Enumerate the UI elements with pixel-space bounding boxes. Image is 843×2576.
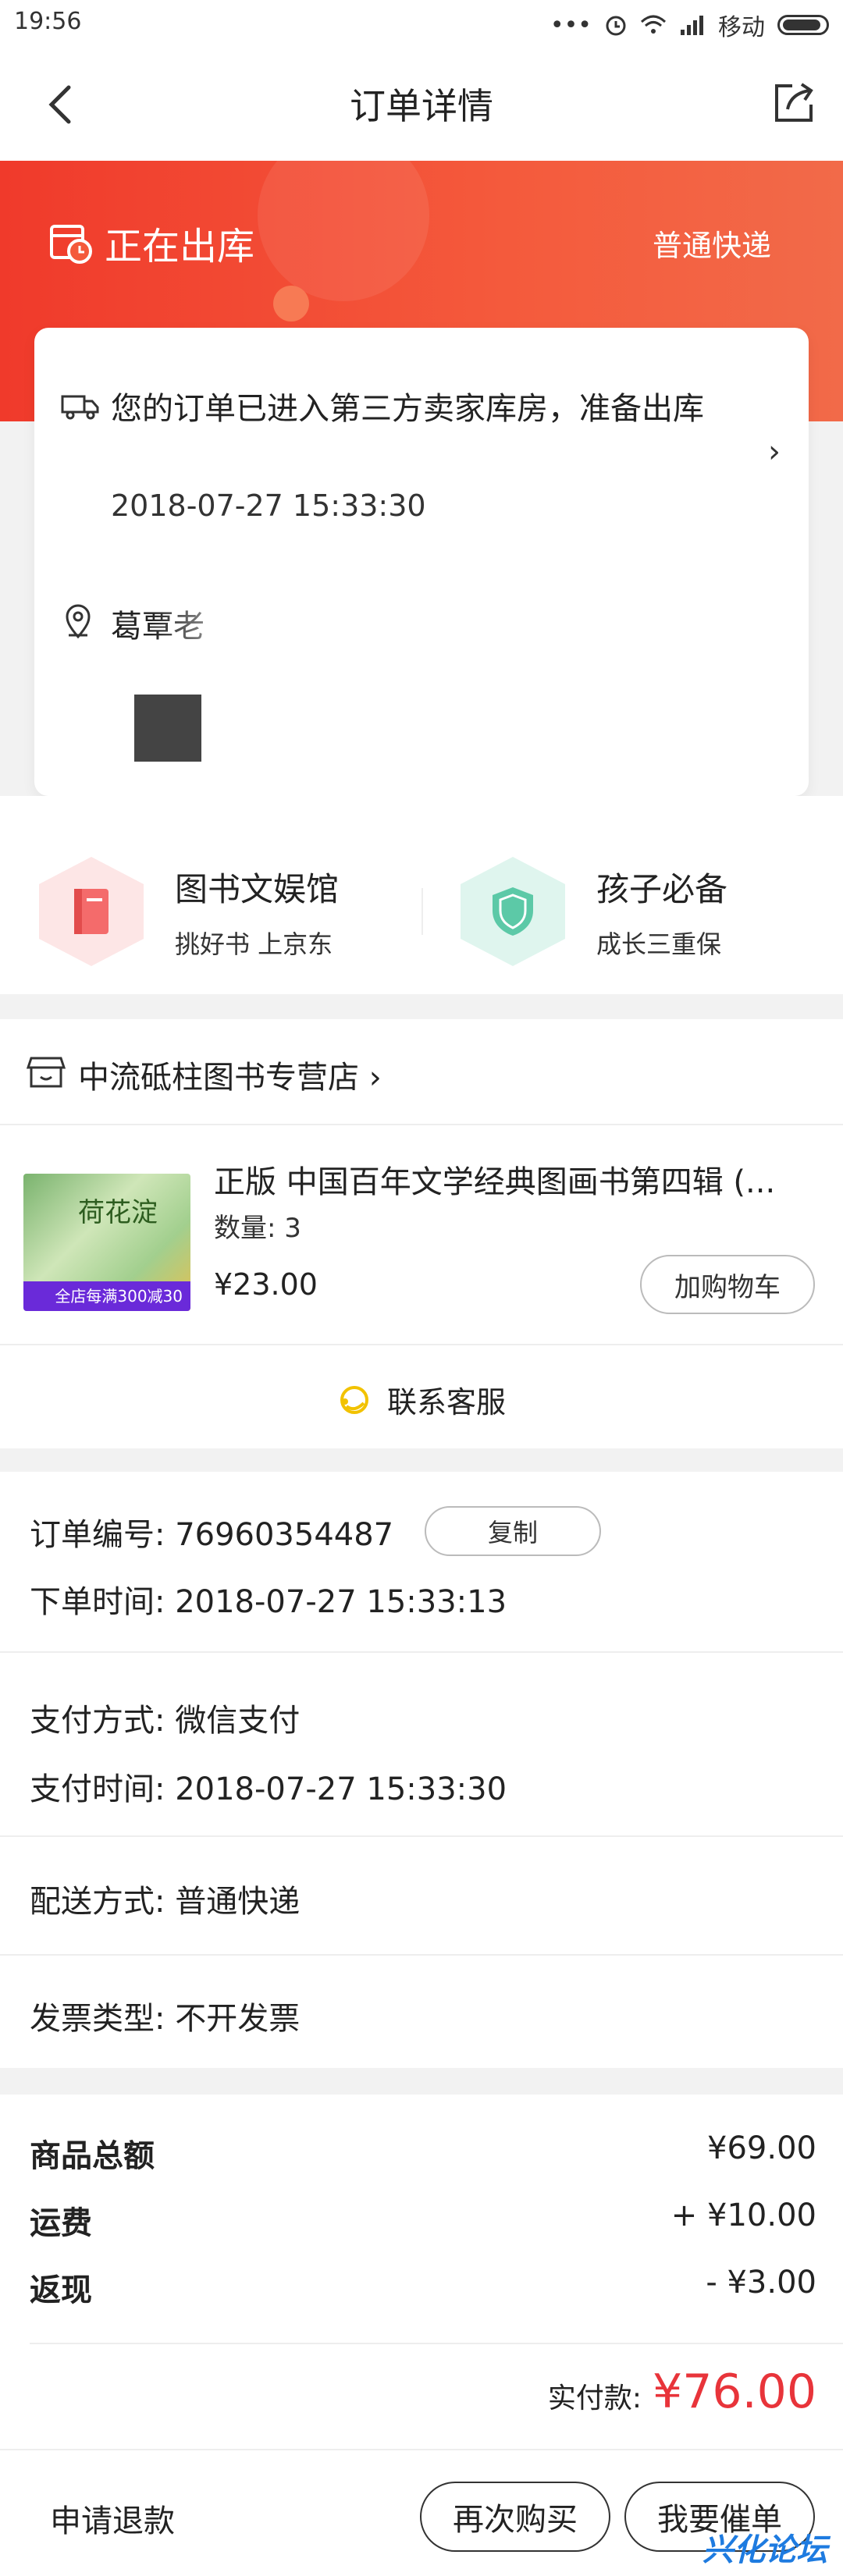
divider [0, 1651, 843, 1653]
order-info: 订单编号: 76960354487 复制 下单时间: 2018-07-27 15… [0, 1472, 843, 2068]
order-status: 正在出库 [48, 215, 254, 270]
bottom-action-bar: 申请退款 再次购买 我要催单 兴化论坛 [0, 2449, 843, 2576]
cashback-label: 返现 [30, 2272, 92, 2308]
payment-method: 支付方式: 微信支付 [30, 1703, 301, 1739]
watermark-logo: 兴化论坛 [702, 2532, 827, 2568]
page-title: 订单详情 [350, 85, 493, 127]
location-pin-icon [66, 604, 91, 639]
book-icon [74, 889, 108, 934]
address-redaction [151, 592, 760, 763]
decor-circle [258, 130, 429, 301]
chevron-right-icon: › [768, 434, 781, 470]
share-icon[interactable] [769, 78, 819, 128]
alarm-icon [606, 16, 626, 36]
logistics-time: 2018-07-27 15:33:30 [111, 489, 426, 523]
order-number: 订单编号: 76960354487 [30, 1517, 394, 1553]
subtotal-value: ¥69.00 [707, 2130, 816, 2166]
shield-icon [493, 887, 533, 936]
paid-amount: 实付款: ¥76.00 [548, 2365, 816, 2419]
truck-icon [61, 395, 99, 420]
nav-bar: 订单详情 [0, 50, 843, 161]
paid-label: 实付款: [547, 2382, 642, 2414]
product-title: 正版 中国百年文学经典图画书第四辑 (... [214, 1164, 776, 1200]
copy-button[interactable]: 复制 [425, 1506, 601, 1556]
promo-books-subtitle: 挑好书 上京东 [175, 929, 333, 959]
promo-kids[interactable]: 孩子必备 成长三重保 [461, 857, 727, 966]
divider [0, 1954, 843, 1956]
order-status-label: 正在出库 [105, 225, 255, 268]
redaction-block [134, 695, 201, 762]
price-summary: 商品总额 ¥69.00 运费 + ¥10.00 返现 - ¥3.00 实付款: … [0, 2095, 843, 2449]
more-dots-icon: ••• [550, 11, 592, 39]
contact-service[interactable]: 联系客服 [0, 1378, 843, 1421]
promo-row: 图书文娱馆 挑好书 上京东 孩子必备 成长三重保 [0, 796, 843, 994]
wifi-icon [640, 15, 667, 34]
product-image[interactable]: 荷花淀 全店每满300减30 [23, 1174, 190, 1311]
shipping-label: 运费 [30, 2205, 92, 2241]
status-bar: 19:56 ••• 移动 [0, 0, 843, 50]
signal-icon [681, 16, 703, 35]
delivery-type: 普通快递 [652, 229, 771, 263]
logistics-message: 您的订单已进入第三方卖家库房，准备出库 [111, 391, 704, 427]
promo-books[interactable]: 图书文娱馆 挑好书 上京东 [39, 857, 339, 966]
store-header[interactable]: 中流砥柱图书专营店 › [0, 1019, 843, 1125]
product-item[interactable]: 荷花淀 全店每满300减30 正版 中国百年文学经典图画书第四辑 (... 数量… [0, 1125, 843, 1345]
refund-link[interactable]: 申请退款 [50, 2496, 175, 2541]
product-price: ¥23.00 [214, 1267, 318, 1302]
delivery-method: 配送方式: 普通快递 [30, 1884, 301, 1920]
cashback-value: - ¥3.00 [706, 2265, 816, 2301]
promo-books-title: 图书文娱馆 [175, 869, 340, 908]
battery-icon [777, 15, 829, 35]
divider [30, 2343, 843, 2344]
promo-kids-title: 孩子必备 [596, 869, 728, 908]
shipping-value: + ¥10.00 [670, 2198, 816, 2233]
payment-time: 支付时间: 2018-07-27 15:33:30 [30, 1771, 507, 1807]
store-icon [27, 1057, 66, 1088]
logistics-card[interactable]: 您的订单已进入第三方卖家库房，准备出库 2018-07-27 15:33:30 … [34, 328, 809, 796]
contact-service-row[interactable]: 联系客服 [0, 1345, 843, 1448]
order-time: 下单时间: 2018-07-27 15:33:13 [30, 1584, 507, 1620]
paid-value: ¥76.00 [653, 2365, 816, 2419]
promo-kids-badge [461, 857, 565, 966]
promo-books-badge [39, 857, 144, 966]
promo-kids-subtitle: 成长三重保 [596, 929, 722, 959]
status-icons: ••• 移动 [550, 8, 829, 42]
subtotal-label: 商品总额 [30, 2138, 155, 2174]
add-to-cart-button[interactable]: 加购物车 [640, 1255, 815, 1314]
headset-icon [340, 1385, 368, 1414]
warehouse-clock-icon [50, 225, 92, 264]
product-quantity: 数量: 3 [214, 1213, 301, 1244]
divider [0, 1835, 843, 1837]
rebuy-button[interactable]: 再次购买 [420, 2482, 610, 2552]
store-name: 中流砥柱图书专营店 › [78, 1060, 382, 1096]
product-cover-text: 荷花淀 [78, 1197, 158, 1228]
product-promo-badge: 全店每满300减30 [23, 1281, 190, 1311]
promo-divider [422, 888, 423, 935]
status-time: 19:56 [14, 8, 82, 35]
invoice-type: 发票类型: 不开发票 [30, 2001, 301, 2037]
contact-service-label: 联系客服 [386, 1385, 506, 1419]
carrier-label: 移动 [718, 14, 765, 41]
decor-dot [273, 286, 309, 322]
